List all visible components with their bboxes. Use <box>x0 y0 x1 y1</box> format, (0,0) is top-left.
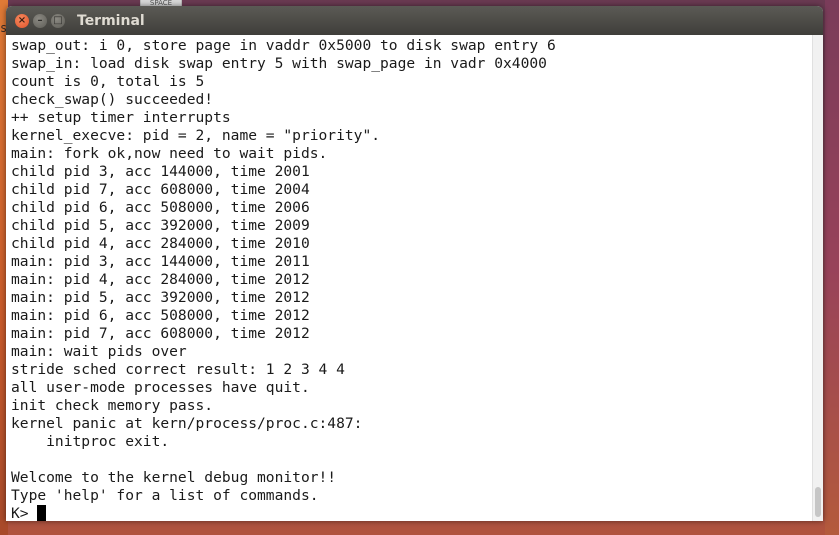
maximize-button[interactable]: □ <box>51 13 65 28</box>
terminal-line: Type 'help' for a list of commands. <box>11 487 319 504</box>
terminal-line: main: pid 4, acc 284000, time 2012 <box>11 271 310 288</box>
terminal-line: main: wait pids over <box>11 343 187 360</box>
terminal-line: child pid 7, acc 608000, time 2004 <box>11 181 310 198</box>
window-title: Terminal <box>77 12 145 29</box>
terminal-line: main: pid 7, acc 608000, time 2012 <box>11 325 310 342</box>
terminal-line: main: pid 3, acc 144000, time 2011 <box>11 253 310 270</box>
terminal-line: all user-mode processes have quit. <box>11 379 310 396</box>
desktop-right-edge <box>825 0 839 535</box>
terminal-line: child pid 3, acc 144000, time 2001 <box>11 163 310 180</box>
terminal-output[interactable]: swap_out: i 0, store page in vaddr 0x500… <box>6 35 823 521</box>
terminal-line: stride sched correct result: 1 2 3 4 4 <box>11 361 345 378</box>
terminal-line: child pid 4, acc 284000, time 2010 <box>11 235 310 252</box>
terminal-line: check_swap() succeeded! <box>11 91 214 108</box>
terminal-line: count is 0, total is 5 <box>11 73 205 90</box>
terminal-line: swap_out: i 0, store page in vaddr 0x500… <box>11 37 556 54</box>
terminal-line: child pid 5, acc 392000, time 2009 <box>11 217 310 234</box>
prompt: K> <box>11 505 38 521</box>
terminal-line: main: pid 6, acc 508000, time 2012 <box>11 307 310 324</box>
terminal-line: kernel panic at kern/process/proc.c:487: <box>11 415 363 432</box>
terminal-line: kernel_execve: pid = 2, name = "priority… <box>11 127 381 144</box>
terminal-line: swap_in: load disk swap entry 5 with swa… <box>11 55 547 72</box>
terminal-line: child pid 6, acc 508000, time 2006 <box>11 199 310 216</box>
prompt-line[interactable]: K> <box>11 505 823 521</box>
terminal-line: init check memory pass. <box>11 397 214 414</box>
terminal-line: main: pid 5, acc 392000, time 2012 <box>11 289 310 306</box>
terminal-window: × – □ Terminal swap_out: i 0, store page… <box>6 6 823 521</box>
scrollbar[interactable] <box>812 35 823 521</box>
cursor <box>37 505 47 521</box>
scrollbar-thumb[interactable] <box>815 487 821 517</box>
minimize-button[interactable]: – <box>33 13 47 28</box>
close-button[interactable]: × <box>15 13 29 28</box>
terminal-line: main: fork ok,now need to wait pids. <box>11 145 328 162</box>
terminal-line: initproc exit. <box>11 433 170 450</box>
terminal-line: ++ setup timer interrupts <box>11 109 231 126</box>
title-bar[interactable]: × – □ Terminal <box>6 6 823 35</box>
terminal-line: Welcome to the kernel debug monitor!! <box>11 469 337 486</box>
